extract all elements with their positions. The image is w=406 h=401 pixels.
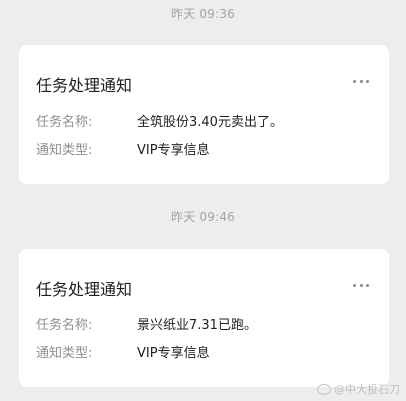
timestamp: 昨天 09:46 [171, 210, 235, 224]
notification-card[interactable]: 任务处理通知 任务名称: 全筑股份3.40元卖出了。 通知类型: VIP专享信息 [19, 45, 389, 184]
field-label: 通知类型: [36, 143, 93, 158]
notification-card[interactable]: 任务处理通知 任务名称: 景兴纸业7.31已跑。 通知类型: VIP专享信息 [19, 249, 389, 387]
field-row-task-name: 任务名称: 景兴纸业7.31已跑。 [36, 316, 372, 336]
more-horizontal-icon[interactable] [353, 75, 369, 87]
field-value: VIP专享信息 [137, 143, 210, 158]
timestamp: 昨天 09:36 [171, 7, 235, 21]
field-value: VIP专享信息 [137, 346, 210, 361]
watermark: @中大投石刀 [317, 381, 400, 397]
field-label: 通知类型: [36, 346, 93, 361]
field-value: 景兴纸业7.31已跑。 [137, 318, 257, 333]
card-title: 任务处理通知 [36, 76, 133, 95]
field-label: 任务名称: [36, 318, 93, 333]
card-title: 任务处理通知 [36, 280, 133, 299]
weibo-logo-icon [317, 383, 331, 395]
more-horizontal-icon[interactable] [353, 279, 369, 291]
field-row-task-name: 任务名称: 全筑股份3.40元卖出了。 [36, 113, 372, 133]
field-value: 全筑股份3.40元卖出了。 [137, 115, 283, 130]
field-row-notify-type: 通知类型: VIP专享信息 [36, 141, 372, 161]
field-row-notify-type: 通知类型: VIP专享信息 [36, 344, 372, 364]
field-label: 任务名称: [36, 115, 93, 130]
watermark-text: @中大投石刀 [334, 383, 400, 396]
